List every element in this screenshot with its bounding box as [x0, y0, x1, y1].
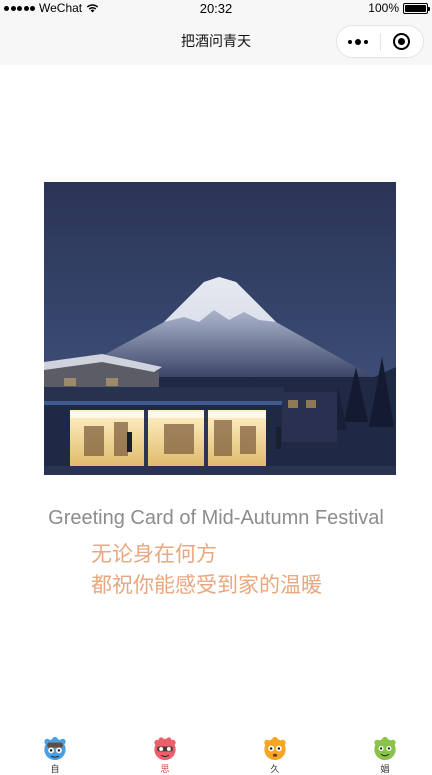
mini-program-capsule — [336, 25, 424, 58]
red-monster-icon — [154, 737, 176, 761]
tab-3-label: 久 — [270, 764, 280, 774]
tab-2-label: 思 — [160, 764, 170, 774]
mountain-store-illustration — [44, 182, 396, 475]
close-button[interactable] — [381, 26, 424, 57]
nav-bar: 把酒问青天 — [0, 18, 432, 65]
tab-1-label: 自 — [50, 764, 60, 774]
tab-bar: 自 思 久 娼 — [0, 728, 432, 775]
screen: WeChat 20:32 100% 把酒问青天 Greeting Card of… — [0, 0, 432, 775]
battery-icon — [403, 2, 430, 14]
tab-3[interactable]: 久 — [255, 728, 295, 775]
mountain-photo — [44, 182, 396, 475]
more-button[interactable] — [337, 26, 380, 57]
orange-monster-icon — [264, 736, 286, 761]
tab-1[interactable]: 自 — [35, 728, 75, 775]
greeting-chinese-line-1: 无论身在何方 — [91, 543, 217, 566]
battery-percent: 100% — [368, 1, 399, 15]
close-circle-icon — [393, 33, 411, 50]
greeting-english-title: Greeting Card of Mid-Autumn Festival — [48, 507, 384, 529]
greeting-chinese-line-2: 都祝你能感受到家的温暖 — [91, 574, 322, 597]
status-time: 20:32 — [199, 1, 233, 16]
tab-2[interactable]: 思 — [145, 728, 185, 775]
status-bar: WeChat 20:32 100% — [0, 0, 432, 18]
blue-monster-icon — [44, 736, 66, 761]
green-monster-icon — [374, 736, 396, 761]
status-right: 100% — [368, 1, 430, 15]
tab-4[interactable]: 娼 — [365, 728, 405, 775]
tab-4-label: 娼 — [380, 764, 390, 774]
